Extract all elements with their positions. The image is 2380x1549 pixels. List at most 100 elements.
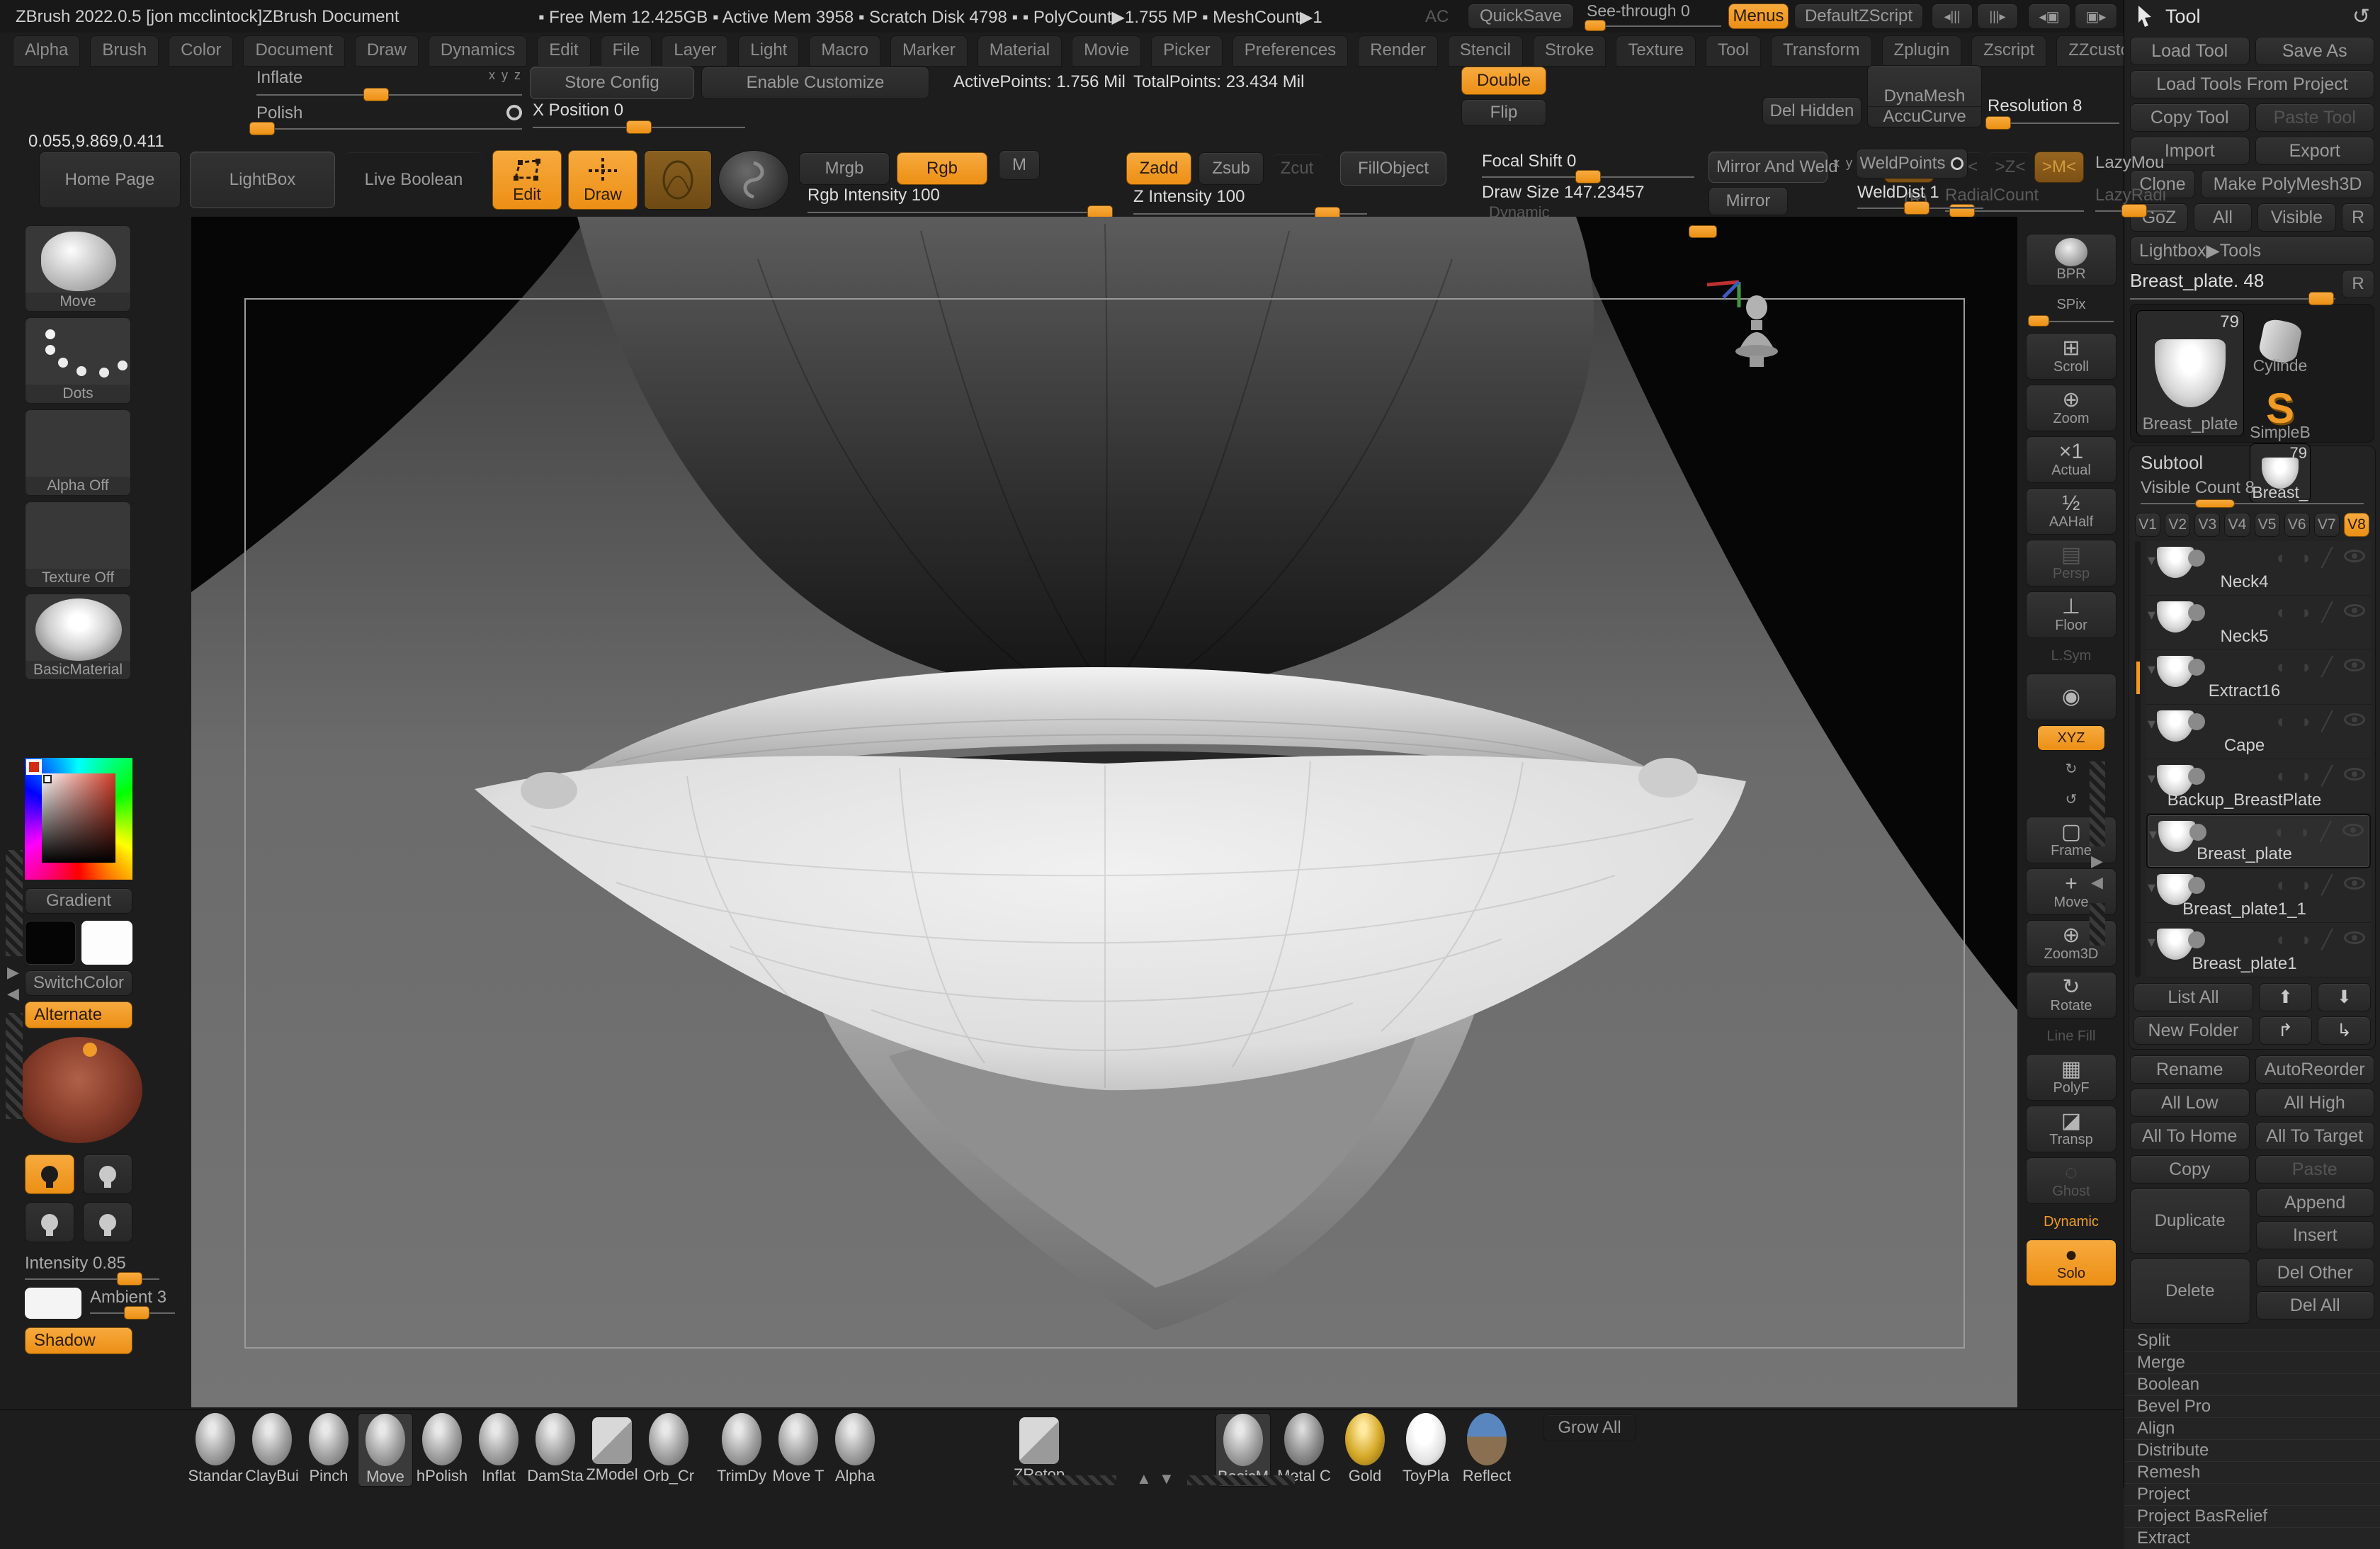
see-through-slider[interactable] [1587,25,1721,27]
lazy-radius-slider[interactable] [2095,210,2166,212]
switch-color-button[interactable]: SwitchColor [25,970,132,996]
axis-z-button[interactable]: >Z< [1988,152,2033,183]
subtool-row-backup_breastplate[interactable]: ▾◐◑╱Backup_BreastPlate [2146,759,2371,814]
material-gold[interactable]: Gold [1337,1413,1393,1487]
light-placement-sphere[interactable] [15,1037,142,1143]
del-all-button[interactable]: Del All [2256,1291,2375,1320]
z-intensity-slider[interactable] [1133,212,1367,215]
enable-customize-button[interactable]: Enable Customize [701,67,929,99]
axis-m-button[interactable]: >M< [2034,152,2084,183]
quicksave-button[interactable]: QuickSave [1468,4,1574,29]
menu-item[interactable]: Macro [809,35,880,67]
current-color-swatch[interactable] [26,759,42,775]
difference-icon[interactable]: ◑ [2299,601,2311,623]
menu-item[interactable]: Transform [1771,35,1871,67]
zadd-button[interactable]: Zadd [1126,152,1191,185]
brush-claybui[interactable]: ClayBui [244,1413,300,1487]
subpalette-header[interactable]: Merge [2124,1351,2380,1373]
zsub-button[interactable]: Zsub [1198,152,1264,185]
ambient-color-swatch[interactable] [25,1288,81,1319]
alpha-picker-button[interactable] [718,150,789,210]
home-page-button[interactable]: Home Page [39,152,181,208]
tool-name-control[interactable]: Breast_plate. 48 R [2130,270,2374,302]
left-scroll-next-icon[interactable]: ▶ [7,965,19,980]
mirror-and-weld-button[interactable]: Mirror And Weld [1708,152,1828,183]
left-scroll-hatch[interactable] [6,850,23,956]
weld-dist-control[interactable]: WeldDist 1 [1857,183,1983,209]
menu-item[interactable]: Document [243,35,344,67]
xyz-button[interactable]: XYZ [2037,725,2105,751]
delete-button[interactable]: Delete [2130,1259,2250,1324]
ambient-control[interactable]: Ambient 3 [90,1288,175,1314]
polypaint-brush-icon[interactable]: ╱ [2320,821,2331,843]
polish-radio-icon[interactable] [506,105,522,120]
menu-item[interactable]: Color [169,35,233,67]
union-icon[interactable]: ◐ [2277,601,2288,623]
material-toypla[interactable]: ToyPla [1398,1413,1454,1487]
solo-button[interactable]: ●Solo [2026,1239,2116,1286]
visibility-tab-v3[interactable]: V3 [2194,513,2220,537]
polypaint-brush-icon[interactable]: ╱ [2321,656,2333,678]
weld-points-button[interactable]: WeldPoints [1856,149,1968,178]
auto-reorder-button[interactable]: AutoReorder [2255,1055,2375,1084]
menu-item[interactable]: Draw [355,35,419,67]
all-to-home-button[interactable]: All To Home [2130,1122,2250,1150]
r-button[interactable]: R [2342,203,2374,232]
all-low-button[interactable]: All Low [2130,1089,2250,1117]
visibility-tab-v7[interactable]: V7 [2314,513,2340,537]
left-tile-basicmaterial[interactable]: BasicMaterial [25,594,131,680]
polyf-button[interactable]: ▦PolyF [2026,1054,2116,1101]
focal-shift-slider[interactable] [1482,176,1694,178]
spix-slider[interactable] [2029,320,2114,322]
left-tile-alpha-off[interactable]: Alpha Off [25,409,131,496]
visibility-eye-icon[interactable] [2342,824,2364,836]
lightbox-tools-button[interactable]: Lightbox▶Tools [2130,237,2374,265]
visibility-eye-icon[interactable] [2344,931,2365,944]
del-hidden-button[interactable]: Del Hidden [1762,97,1862,125]
ambient-slider[interactable] [90,1312,175,1314]
copy-tool-button[interactable]: Copy Tool [2130,103,2250,132]
menu-item[interactable]: Movie [1072,35,1141,67]
m-button[interactable]: M [999,150,1040,180]
menu-item[interactable]: Render [1358,35,1438,67]
copy-subtool-button[interactable]: Copy [2130,1155,2250,1184]
union-icon[interactable]: ◐ [2277,656,2288,678]
expand-icon[interactable]: ▾ [2149,827,2157,842]
spix-button[interactable]: SPix [2026,291,2116,328]
mirror-button[interactable]: Mirror [1708,187,1788,215]
left-scroll-hatch2[interactable] [6,1013,23,1119]
x-position-control[interactable]: X Position 0 [533,101,745,128]
store-config-button[interactable]: Store Config [530,67,694,99]
polypaint-brush-icon[interactable]: ╱ [2321,929,2333,951]
aahalf-button[interactable]: ½AAHalf [2026,488,2116,535]
dynamic-button[interactable]: Dynamic [2026,1209,2116,1235]
brush-trimdy[interactable]: TrimDy [714,1413,769,1485]
mrgb-button[interactable]: Mrgb [799,152,890,185]
brush-inflat[interactable]: Inflat [471,1413,526,1487]
menu-item[interactable]: Layer [662,35,728,67]
alternate-button[interactable]: Alternate [25,1002,132,1028]
duplicate-button[interactable]: Duplicate [2130,1188,2250,1254]
restore-config-icon[interactable]: ↺ [2352,4,2370,29]
subpalette-header[interactable]: Extract [2124,1527,2380,1549]
visibility-tab-v8[interactable]: V8 [2344,513,2369,537]
ghost-button[interactable]: ◌Ghost [2026,1157,2116,1204]
intensity-slider[interactable] [25,1278,159,1280]
paste-subtool-button[interactable]: Paste [2255,1155,2375,1184]
make-polymesh3d-button[interactable]: Make PolyMesh3D [2201,170,2374,198]
divider-left-icon[interactable]: ◂||| [1932,4,1973,29]
subtool-row-breast_plate1[interactable]: ▾◐◑╱Breast_plate1 [2146,923,2371,977]
difference-icon[interactable]: ◑ [2299,547,2311,569]
floor-button[interactable]: ⊥Floor [2026,591,2116,638]
brush-damsta[interactable]: DamSta [528,1413,583,1487]
append-button[interactable]: Append [2256,1188,2375,1217]
load-tools-from-project-button[interactable]: Load Tools From Project [2130,70,2374,98]
move-up-button[interactable]: ⬆ [2259,983,2312,1011]
difference-icon[interactable]: ◑ [2299,874,2311,896]
visible-count-control[interactable]: Visible Count 8 [2134,475,2371,513]
menu-item[interactable]: Tool [1706,35,1761,67]
light-2-button[interactable] [83,1154,132,1194]
intensity-control[interactable]: Intensity 0.85 [25,1254,152,1280]
brush-pinch[interactable]: Pinch [301,1413,356,1487]
menu-item[interactable]: Stroke [1533,35,1606,67]
